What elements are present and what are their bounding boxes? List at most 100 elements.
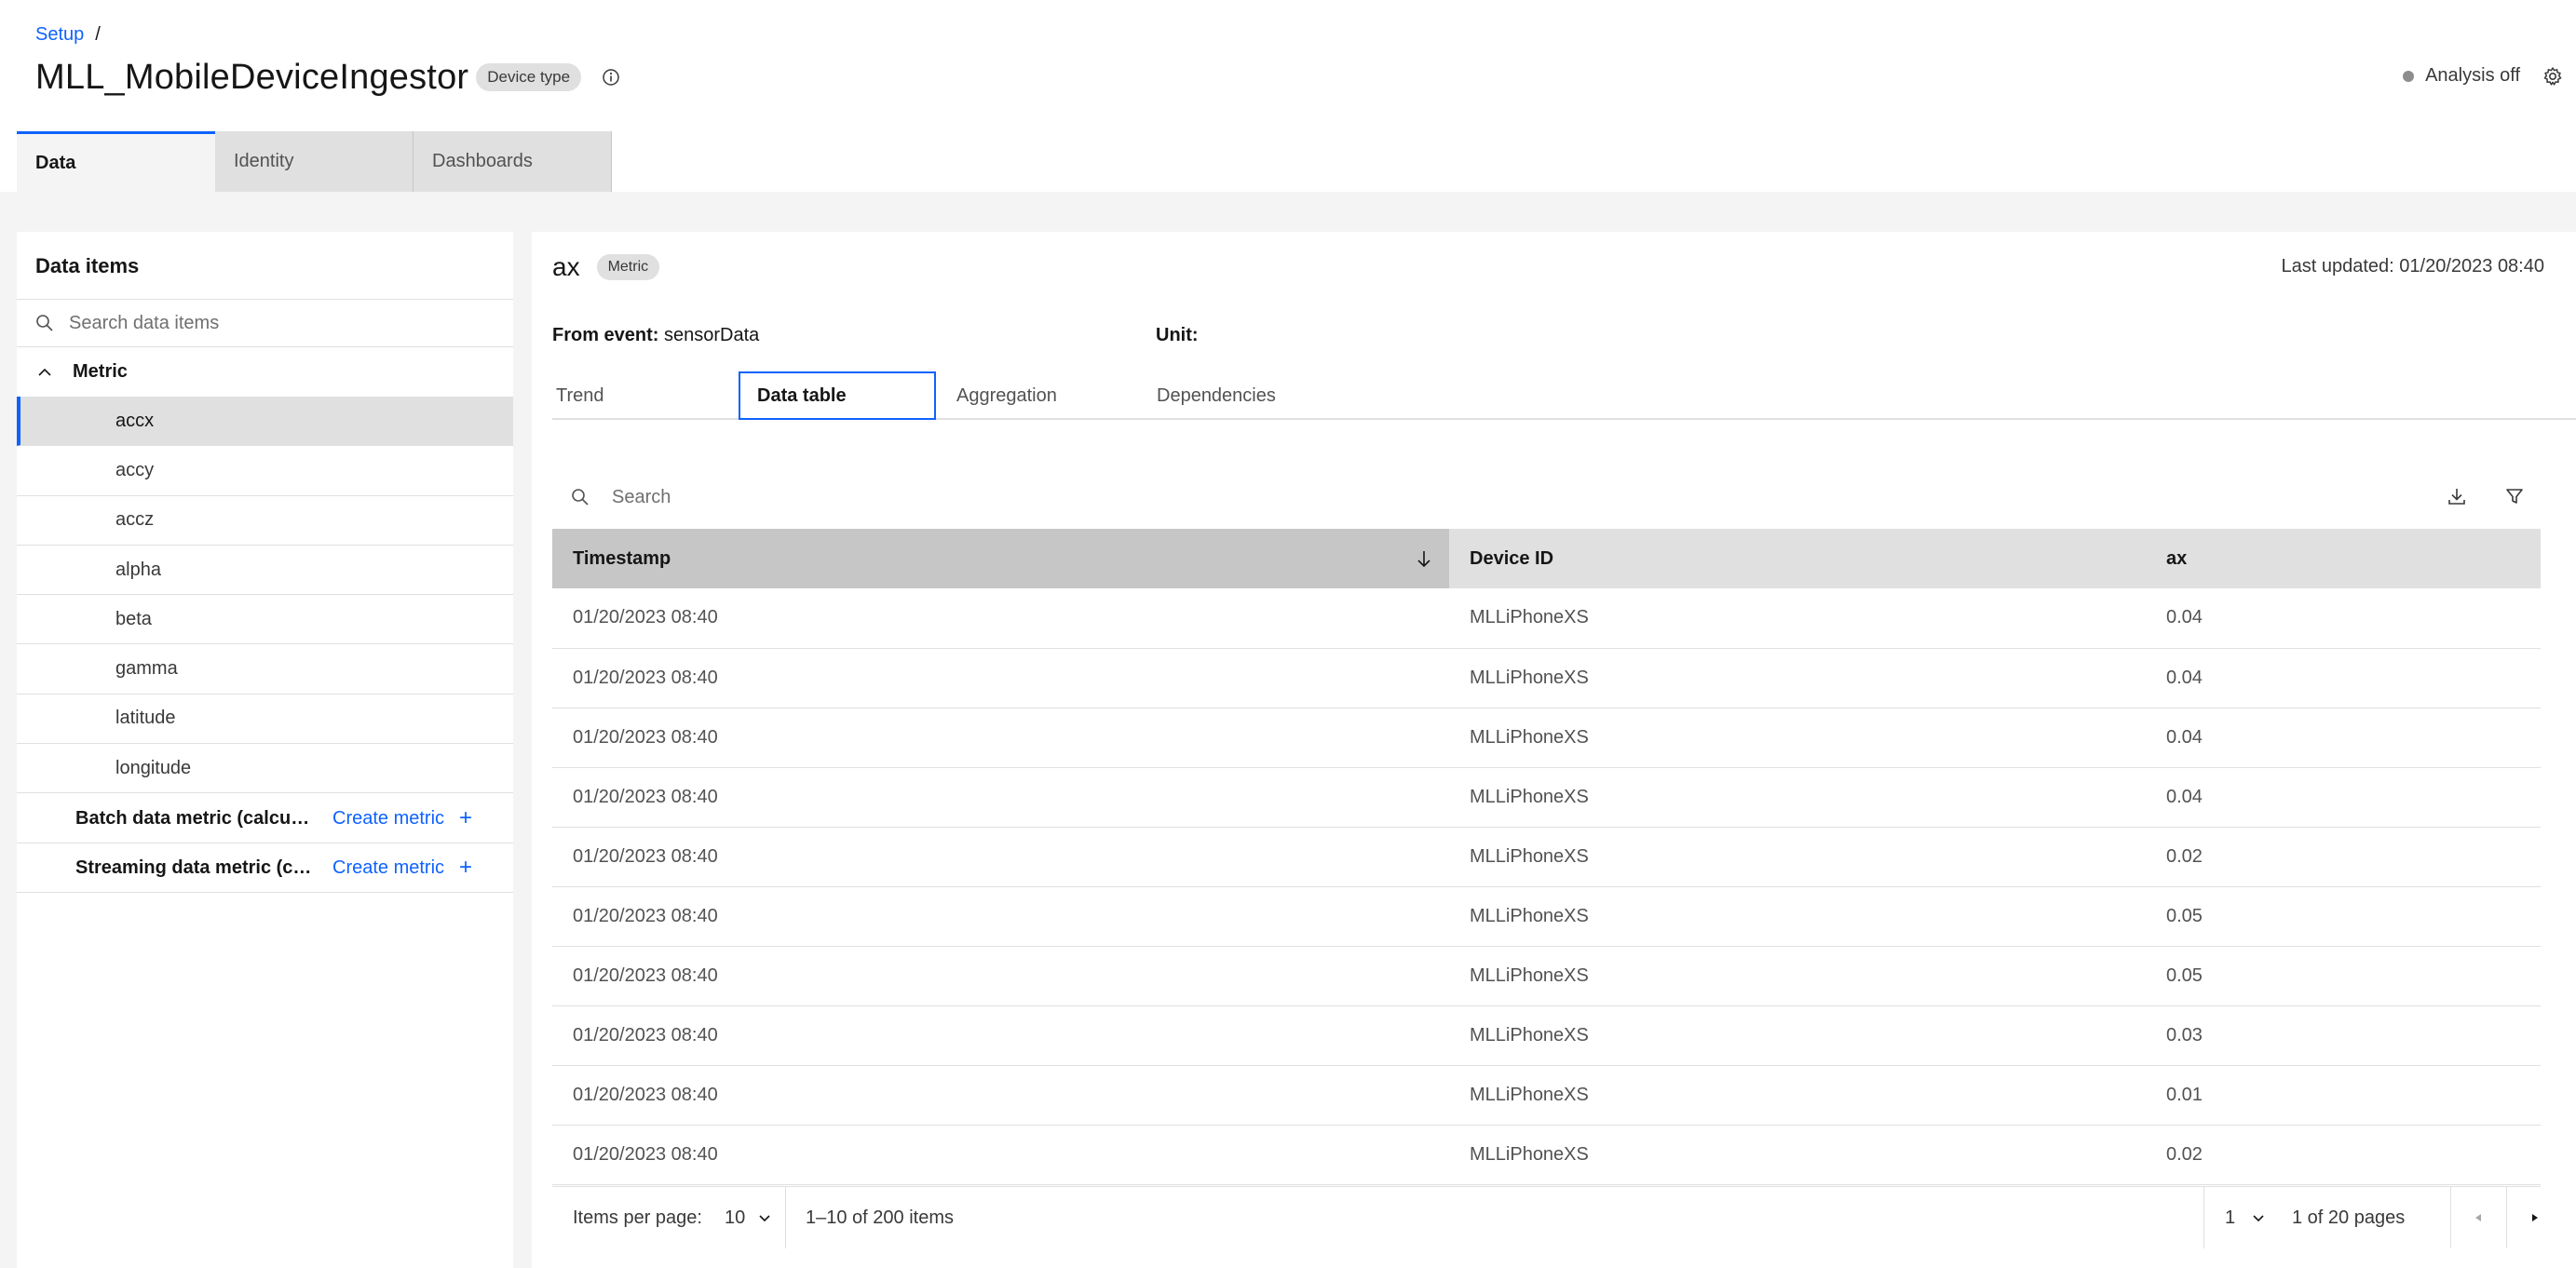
status-dot-icon: [2403, 70, 2415, 82]
title-row: MLL_MobileDeviceIngestor Device type: [35, 54, 620, 101]
download-icon[interactable]: [2447, 486, 2467, 506]
metric-item-beta[interactable]: beta: [17, 595, 513, 645]
analysis-status-label: Analysis off: [2425, 65, 2520, 86]
gear-icon[interactable]: [2542, 66, 2563, 87]
metric-item-gamma[interactable]: gamma: [17, 644, 513, 695]
table-toolbar: [552, 473, 2541, 521]
page-select-value: 1: [2225, 1207, 2236, 1228]
caret-left-icon: [2475, 1214, 2481, 1221]
metric-item-accy[interactable]: accy: [17, 446, 513, 496]
chevron-up-icon: [37, 365, 52, 380]
data-items-title: Data items: [35, 254, 140, 277]
table-row: 01/20/2023 08:40 MLLiPhoneXS 0.02: [552, 827, 2541, 887]
tab-data[interactable]: Data: [17, 131, 215, 192]
data-items-search-input[interactable]: [69, 312, 479, 334]
table-search-input[interactable]: [612, 486, 1171, 508]
device-id-cell: MLLiPhoneXS: [1449, 1125, 2146, 1185]
metric-item-accz[interactable]: accz: [17, 496, 513, 546]
items-per-page-label: Items per page:: [573, 1207, 702, 1228]
page-title: MLL_MobileDeviceIngestor: [35, 57, 469, 97]
metric-group-header[interactable]: Metric: [17, 347, 513, 397]
chevron-down-icon: [2253, 1215, 2264, 1222]
items-per-page-select[interactable]: 10: [725, 1207, 771, 1229]
metric-item-alpha[interactable]: alpha: [17, 546, 513, 596]
table-header-row: Timestamp Device ID ax: [552, 529, 2541, 588]
tab-dependencies[interactable]: Dependencies: [1157, 371, 1343, 420]
ax-value-cell: 0.04: [2146, 708, 2541, 768]
detail-tabs: Trend Data table Aggregation Dependencie…: [552, 371, 2576, 420]
table-row: 01/20/2023 08:40 MLLiPhoneXS 0.04: [552, 648, 2541, 708]
tab-data-table[interactable]: Data table: [739, 371, 936, 420]
metric-group-label: Metric: [73, 361, 128, 382]
ax-value-cell: 0.04: [2146, 767, 2541, 828]
batch-create-metric-label: Create metric: [332, 807, 445, 829]
device-id-cell: MLLiPhoneXS: [1449, 886, 2146, 947]
column-header-device-id[interactable]: Device ID: [1449, 529, 2146, 588]
data-items-panel: Data items Metric accx accy accz alpha b…: [17, 232, 513, 1268]
ax-value-cell: 0.04: [2146, 588, 2541, 649]
filter-icon[interactable]: [2504, 486, 2525, 506]
tab-aggregation[interactable]: Aggregation: [956, 371, 1143, 420]
ax-value-cell: 0.04: [2146, 648, 2541, 708]
item-type-tag: Metric: [596, 254, 660, 280]
arrow-down-icon: [1416, 549, 1432, 568]
breadcrumb: Setup /: [35, 24, 101, 46]
pagination-range: 1–10 of 200 items: [806, 1207, 954, 1228]
page-select[interactable]: 1: [2225, 1187, 2265, 1248]
table-row: 01/20/2023 08:40 MLLiPhoneXS 0.05: [552, 946, 2541, 1006]
streaming-metric-row: Streaming data metric (calculated) Creat…: [17, 843, 513, 893]
search-icon: [571, 488, 590, 506]
last-updated: Last updated: 01/20/2023 08:40: [2281, 256, 2544, 277]
previous-page-button[interactable]: [2472, 1187, 2485, 1248]
pagination: Items per page: 10 1–10 of 200 items 1 1…: [552, 1186, 2541, 1248]
tab-dashboards[interactable]: Dashboards: [414, 131, 612, 192]
top-tabs: Data Identity Dashboards: [17, 131, 612, 192]
item-name: ax: [552, 252, 580, 281]
batch-metric-row: Batch data metric (calculated) Create me…: [17, 794, 513, 843]
table-row: 01/20/2023 08:40 MLLiPhoneXS 0.05: [552, 886, 2541, 947]
from-event: From event: sensorData: [552, 325, 759, 346]
page-header: Setup / MLL_MobileDeviceIngestor Device …: [0, 0, 2576, 192]
batch-create-metric-button[interactable]: Create metric +: [332, 805, 472, 831]
ax-value-cell: 0.03: [2146, 1005, 2541, 1066]
device-id-cell: MLLiPhoneXS: [1449, 648, 2146, 708]
metric-item-latitude[interactable]: latitude: [17, 695, 513, 745]
device-id-cell: MLLiPhoneXS: [1449, 1065, 2146, 1126]
tab-identity[interactable]: Identity: [215, 131, 414, 192]
next-page-button[interactable]: [2529, 1187, 2542, 1248]
items-per-page-value: 10: [724, 1207, 746, 1228]
column-header-ax[interactable]: ax: [2146, 529, 2541, 588]
from-event-label: From event:: [552, 325, 659, 345]
timestamp-cell: 01/20/2023 08:40: [552, 827, 1449, 887]
timestamp-cell: 01/20/2023 08:40: [552, 588, 1449, 649]
add-icon: +: [459, 855, 473, 880]
device-id-cell: MLLiPhoneXS: [1449, 767, 2146, 828]
analysis-status: Analysis off: [2403, 65, 2520, 87]
table-row: 01/20/2023 08:40 MLLiPhoneXS 0.01: [552, 1065, 2541, 1126]
streaming-create-metric-button[interactable]: Create metric +: [332, 855, 472, 881]
info-icon[interactable]: [602, 68, 620, 87]
timestamp-cell: 01/20/2023 08:40: [552, 1125, 1449, 1185]
table-row: 01/20/2023 08:40 MLLiPhoneXS 0.02: [552, 1125, 2541, 1185]
metric-item-longitude[interactable]: longitude: [17, 744, 513, 794]
device-id-cell: MLLiPhoneXS: [1449, 588, 2146, 649]
timestamp-cell: 01/20/2023 08:40: [552, 886, 1449, 947]
column-header-timestamp[interactable]: Timestamp: [552, 529, 1449, 588]
breadcrumb-setup-link[interactable]: Setup: [35, 24, 84, 46]
items-per-page: Items per page: 10: [573, 1187, 771, 1248]
tab-trend[interactable]: Trend: [556, 371, 742, 420]
device-id-cell: MLLiPhoneXS: [1449, 827, 2146, 887]
device-id-cell: MLLiPhoneXS: [1449, 708, 2146, 768]
streaming-create-metric-label: Create metric: [332, 857, 445, 878]
ax-value-cell: 0.02: [2146, 1125, 2541, 1185]
device-type-tag: Device type: [476, 63, 582, 91]
page-count: 1 of 20 pages: [2292, 1207, 2406, 1228]
timestamp-cell: 01/20/2023 08:40: [552, 648, 1449, 708]
batch-metric-label: Batch data metric (calculated): [75, 807, 312, 829]
metric-list: accx accy accz alpha beta gamma latitude…: [17, 397, 513, 794]
device-id-cell: MLLiPhoneXS: [1449, 946, 2146, 1006]
metric-item-accx[interactable]: accx: [17, 397, 513, 447]
data-item-detail-panel: ax Metric Last updated: 01/20/2023 08:40…: [532, 232, 2576, 1268]
caret-right-icon: [2532, 1214, 2538, 1221]
timestamp-cell: 01/20/2023 08:40: [552, 1065, 1449, 1126]
